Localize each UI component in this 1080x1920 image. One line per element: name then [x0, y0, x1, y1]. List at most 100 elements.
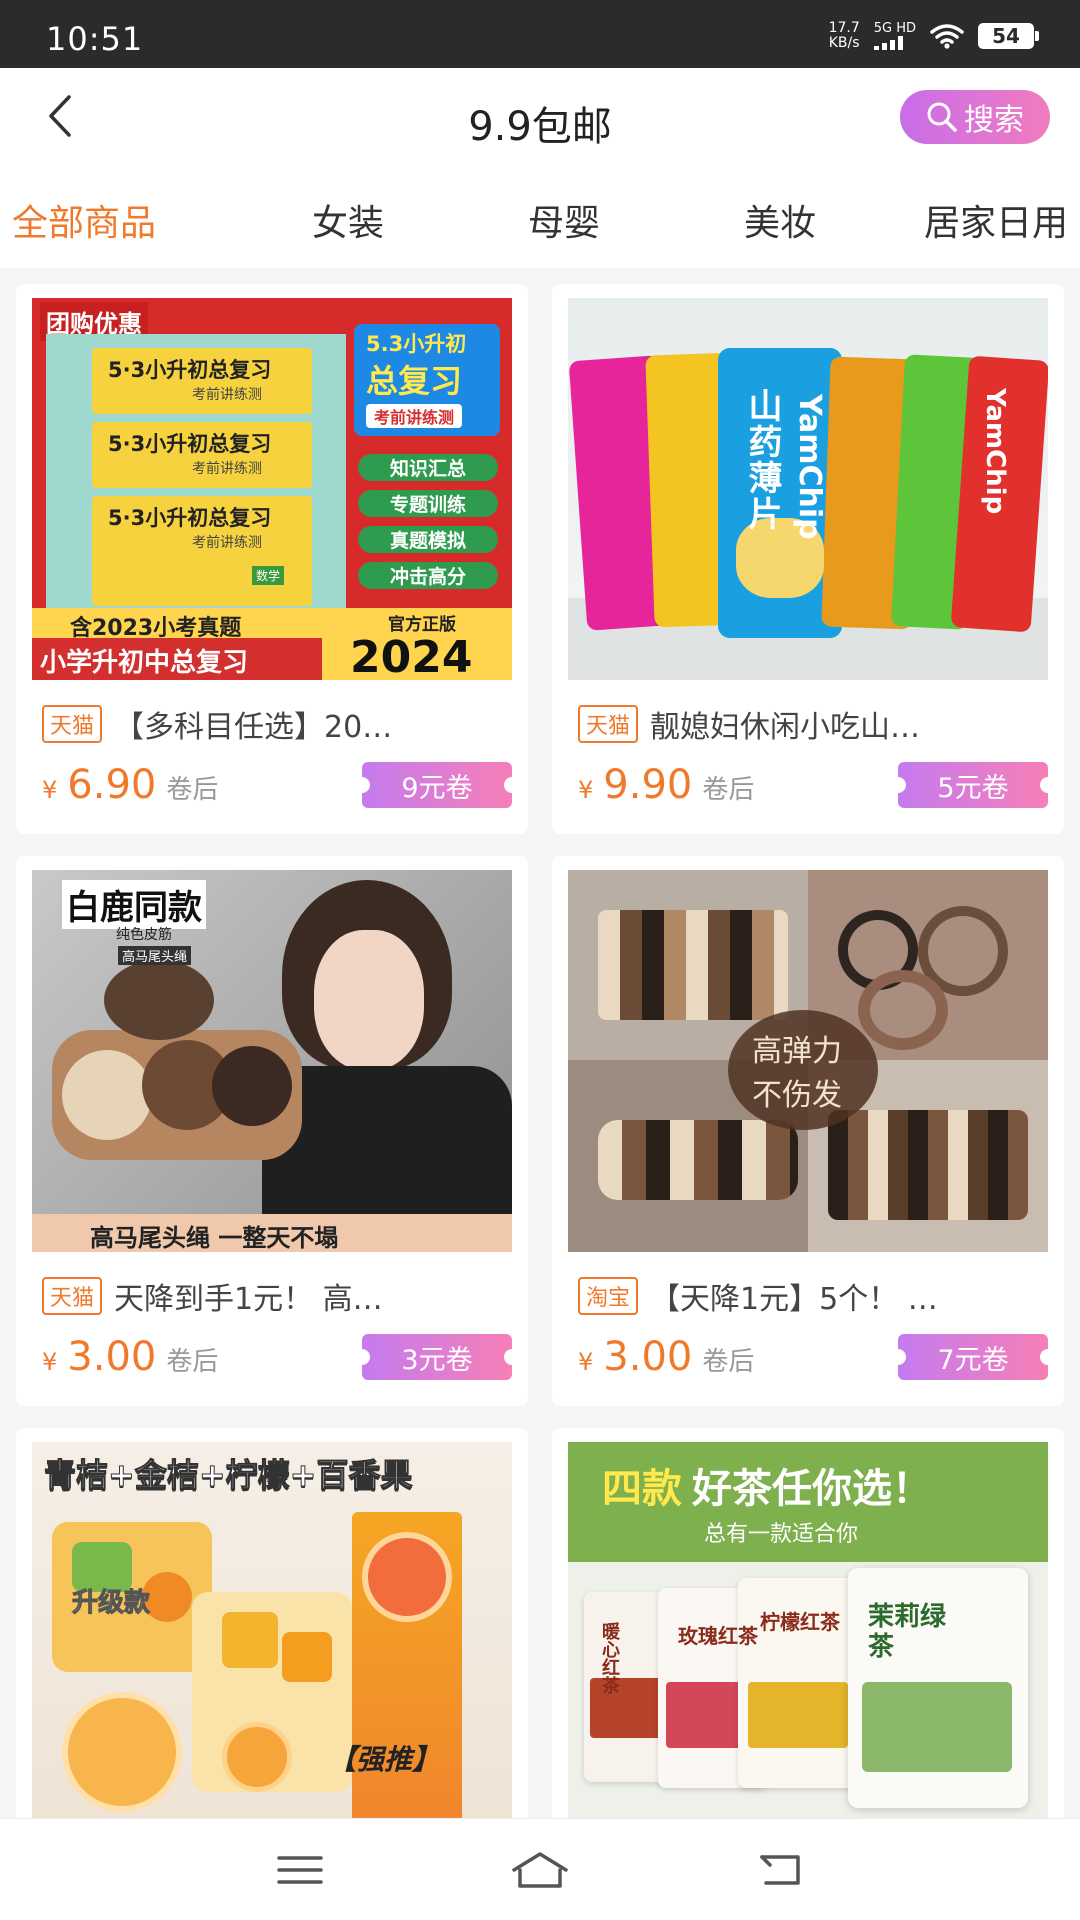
image-recommend: 【强推】 [328, 1743, 441, 1776]
product-card[interactable]: 团购优惠 5·3小升初总复习 考前讲练测 5·3小升初总复习 考前讲练测 5·3… [16, 284, 528, 834]
year-label: 2024 [350, 632, 473, 680]
bag-english-label: YamChip [792, 394, 827, 540]
box-big-title: 总复习 [366, 362, 463, 400]
menu-icon [277, 1856, 323, 1884]
bag-english-label: YamChip [980, 388, 1010, 515]
book-title: 5·3小升初总复习 [108, 506, 272, 530]
speed-value: 17.7 [828, 20, 860, 36]
platform-badge: 淘宝 [578, 1277, 639, 1315]
image-headline: 青桔+金桔+柠檬+百香果 [43, 1456, 413, 1495]
coupon-button[interactable]: 5元卷 [890, 762, 1056, 808]
coupon-button[interactable]: 3元卷 [354, 1334, 520, 1380]
status-indicators: 17.7 KB/s 5G HD 54 [829, 16, 1039, 56]
price-suffix: 卷后 [702, 1347, 755, 1377]
bag-chinese-label: 山药薄片 [742, 388, 782, 532]
platform-badge: 天猫 [578, 705, 639, 743]
image-subtitle: 总有一款适合你 [704, 1522, 859, 1547]
product-image[interactable]: 高弹力 不伤发 [568, 870, 1048, 1252]
book-title: 5·3小升初总复习 [108, 358, 272, 382]
image-tag: 真题模拟 [358, 526, 498, 553]
menu-button[interactable] [270, 1847, 330, 1893]
price: 6.90 [67, 762, 157, 808]
back-icon [760, 1855, 800, 1885]
search-label: 搜索 [964, 103, 1024, 138]
search-button[interactable]: 搜索 [900, 90, 1050, 144]
product-name-row: 淘宝 【天降1元】5个！ … [578, 1274, 1046, 1318]
image-line-1: 高弹力 [752, 1034, 842, 1069]
banner-bottom: 小学升初中总复习 [40, 648, 249, 678]
tab-baby[interactable]: 母婴 [528, 194, 600, 246]
price-row: ¥ 9.90 卷后 [578, 762, 754, 808]
product-card[interactable]: 四款 好茶任你选！ 总有一款适合你 暖心红茶 玫瑰红茶 柠檬红茶 茉莉绿茶 [552, 1428, 1064, 1828]
product-card[interactable]: 高弹力 不伤发 淘宝 【天降1元】5个！ … ¥ 3.00 卷后 7元卷 [552, 856, 1064, 1406]
home-button[interactable] [510, 1847, 570, 1893]
product-name[interactable]: 天降到手1元！ 高… [114, 1274, 383, 1318]
image-subtitle: 高马尾头绳 [118, 946, 192, 965]
coupon-button[interactable]: 9元卷 [354, 762, 520, 808]
header: 9.9包邮 搜索 [0, 68, 1080, 168]
tea-label: 茉莉绿茶 [868, 1602, 947, 1662]
tab-home[interactable]: 居家日用 [924, 194, 1068, 246]
box-subtitle: 考前讲练测 [366, 404, 463, 428]
image-tag: 升级款 [71, 1588, 151, 1619]
book-subtitle: 考前讲练测 [192, 387, 262, 403]
network-type: 5G HD [873, 21, 916, 36]
price-row: ¥ 6.90 卷后 [42, 762, 218, 808]
network-speed: 17.7 KB/s [829, 21, 860, 51]
image-headline-b: 好茶任你选！ [692, 1466, 932, 1512]
product-name-row: 天猫 靓媳妇休闲小吃山… [578, 702, 1046, 746]
coupon-button[interactable]: 7元卷 [890, 1334, 1056, 1380]
platform-badge: 天猫 [42, 705, 103, 743]
product-name[interactable]: 【天降1元】5个！ … [650, 1274, 938, 1318]
book-title: 5·3小升初总复习 [108, 432, 272, 456]
book-subtitle: 考前讲练测 [192, 535, 262, 551]
product-name[interactable]: 靓媳妇休闲小吃山… [650, 702, 920, 746]
price-symbol: ¥ [42, 776, 58, 804]
wifi-icon [930, 24, 964, 49]
product-image[interactable]: 青桔+金桔+柠檬+百香果 升级款 【强推】 [32, 1442, 512, 1828]
product-card[interactable]: 青桔+金桔+柠檬+百香果 升级款 【强推】 [16, 1428, 528, 1828]
image-tag: 冲击高分 [358, 562, 498, 589]
tea-label: 暖心红茶 [599, 1622, 620, 1694]
tea-label: 玫瑰红茶 [678, 1624, 758, 1648]
price-suffix: 卷后 [166, 1347, 219, 1377]
price-row: ¥ 3.00 卷后 [578, 1334, 754, 1380]
product-name[interactable]: 【多科目任选】20… [114, 702, 392, 746]
product-card[interactable]: 山药薄片 YamChip YamChip 天猫 靓媳妇休闲小吃山… ¥ 9.90… [552, 284, 1064, 834]
battery-icon: 54 [978, 23, 1039, 49]
product-card[interactable]: 白鹿同款 纯色皮筋 高马尾头绳 高马尾头绳 一整天不塌 天猫 天降到手1元！ 高… [16, 856, 528, 1406]
product-image[interactable]: 团购优惠 5·3小升初总复习 考前讲练测 5·3小升初总复习 考前讲练测 5·3… [32, 298, 512, 680]
search-icon [927, 102, 957, 132]
back-nav-button[interactable] [750, 1847, 810, 1893]
book-subtitle: 考前讲练测 [192, 461, 262, 477]
tab-women[interactable]: 女装 [312, 194, 384, 246]
speed-unit: KB/s [828, 35, 860, 51]
image-line-2: 不伤发 [752, 1078, 842, 1113]
category-tabs: 全部商品 女装 母婴 美妆 居家日用 [0, 168, 1080, 268]
price-symbol: ¥ [42, 1348, 58, 1376]
image-headline-a: 四款 [602, 1466, 682, 1512]
tab-all[interactable]: 全部商品 [12, 194, 156, 246]
box-title: 5.3小升初 [366, 332, 467, 356]
product-name-row: 天猫 天降到手1元！ 高… [42, 1274, 510, 1318]
product-image[interactable]: 山药薄片 YamChip YamChip [568, 298, 1048, 680]
image-tag: 专题训练 [358, 490, 498, 517]
product-name-row: 天猫 【多科目任选】20… [42, 702, 510, 746]
product-image[interactable]: 白鹿同款 纯色皮筋 高马尾头绳 高马尾头绳 一整天不塌 [32, 870, 512, 1252]
price: 3.00 [67, 1334, 157, 1380]
price-symbol: ¥ [578, 1348, 594, 1376]
price: 9.90 [603, 762, 693, 808]
status-bar: 10:51 17.7 KB/s 5G HD 54 [0, 0, 1080, 68]
platform-badge: 天猫 [42, 1277, 103, 1315]
system-nav-bar [0, 1818, 1080, 1920]
home-icon [512, 1852, 568, 1888]
tea-label: 柠檬红茶 [760, 1610, 840, 1634]
image-footer: 高马尾头绳 一整天不塌 [90, 1224, 339, 1252]
product-image[interactable]: 四款 好茶任你选！ 总有一款适合你 暖心红茶 玫瑰红茶 柠檬红茶 茉莉绿茶 [568, 1442, 1048, 1828]
image-tag: 知识汇总 [358, 454, 498, 481]
price: 3.00 [603, 1334, 693, 1380]
subject-label: 数学 [252, 566, 285, 585]
image-subtitle: 纯色皮筋 [116, 927, 172, 943]
price-symbol: ¥ [578, 776, 594, 804]
tab-beauty[interactable]: 美妆 [744, 194, 816, 246]
